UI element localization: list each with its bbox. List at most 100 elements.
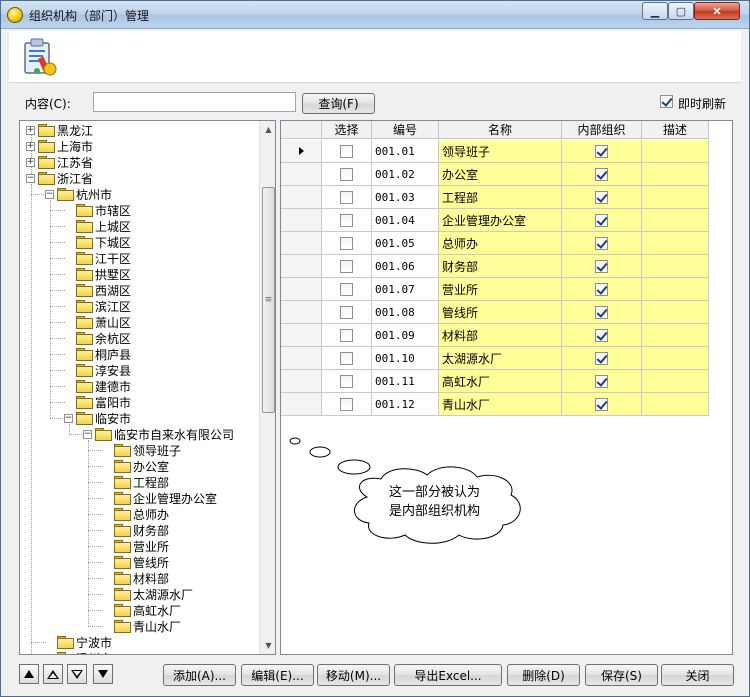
- code-cell[interactable]: 001.09: [372, 324, 439, 347]
- table-row[interactable]: 001.05 总师办: [281, 232, 709, 255]
- expand-icon[interactable]: +: [26, 141, 35, 151]
- tree-node[interactable]: 营业所: [102, 538, 169, 554]
- internal-checkbox[interactable]: [595, 144, 608, 158]
- tree-node[interactable]: 滨江区: [64, 298, 131, 314]
- select-cell[interactable]: [322, 393, 372, 416]
- move-down-button[interactable]: [67, 664, 87, 684]
- tree-node[interactable]: + 上海市: [26, 138, 93, 154]
- org-tree[interactable]: + 黑龙江 + 上海市 + 江苏省 − 浙江省 − 杭州市 市辖区 上城区 下城区 江干区 拱墅区 西湖区 滨江…: [19, 120, 276, 655]
- row-indicator[interactable]: [281, 347, 322, 370]
- column-header-description[interactable]: 描述: [642, 121, 709, 139]
- tree-node[interactable]: 上城区: [64, 218, 131, 234]
- description-cell[interactable]: [642, 255, 709, 278]
- internal-cell[interactable]: [562, 232, 642, 255]
- select-cell[interactable]: [322, 301, 372, 324]
- row-indicator[interactable]: [281, 370, 322, 393]
- expand-icon[interactable]: +: [26, 125, 35, 135]
- internal-cell[interactable]: [562, 278, 642, 301]
- row-indicator[interactable]: [281, 255, 322, 278]
- table-row[interactable]: 001.01 领导班子: [281, 140, 709, 163]
- select-cell[interactable]: [322, 163, 372, 186]
- select-checkbox[interactable]: [340, 282, 353, 296]
- collapse-icon[interactable]: −: [26, 173, 35, 183]
- column-header-internal[interactable]: 内部组织: [562, 121, 642, 139]
- content-search-input[interactable]: [93, 92, 296, 112]
- collapse-icon[interactable]: −: [83, 429, 92, 439]
- department-grid[interactable]: 选择 编号 名称 内部组织 描述 001.01 领导班子 001.02 办公室 001.…: [280, 120, 733, 655]
- table-row[interactable]: 001.02 办公室: [281, 163, 709, 186]
- select-checkbox[interactable]: [340, 236, 353, 250]
- select-checkbox[interactable]: [340, 374, 353, 388]
- internal-checkbox[interactable]: [595, 282, 608, 296]
- select-checkbox[interactable]: [340, 259, 353, 273]
- table-row[interactable]: 001.11 高虹水厂: [281, 370, 709, 393]
- description-cell[interactable]: [642, 393, 709, 416]
- select-cell[interactable]: [322, 324, 372, 347]
- internal-cell[interactable]: [562, 255, 642, 278]
- minimize-button[interactable]: ▁: [642, 2, 668, 20]
- internal-checkbox[interactable]: [595, 305, 608, 319]
- edit-button[interactable]: 编辑(E)...: [241, 664, 314, 686]
- tree-node[interactable]: 拱墅区: [64, 266, 131, 282]
- row-indicator[interactable]: [281, 301, 322, 324]
- tree-node[interactable]: 萧山区: [64, 314, 131, 330]
- code-cell[interactable]: 001.02: [372, 163, 439, 186]
- row-indicator[interactable]: [281, 232, 322, 255]
- name-cell[interactable]: 营业所: [439, 278, 562, 301]
- column-header-code[interactable]: 编号: [372, 121, 439, 139]
- internal-cell[interactable]: [562, 186, 642, 209]
- row-indicator[interactable]: [281, 393, 322, 416]
- code-cell[interactable]: 001.06: [372, 255, 439, 278]
- tree-node[interactable]: 市辖区: [64, 202, 131, 218]
- expand-icon[interactable]: +: [26, 157, 35, 167]
- description-cell[interactable]: [642, 278, 709, 301]
- name-cell[interactable]: 太湖源水厂: [439, 347, 562, 370]
- maximize-button[interactable]: ▢: [668, 2, 694, 20]
- move-last-button[interactable]: [93, 664, 113, 684]
- tree-node[interactable]: 宁波市: [45, 634, 112, 650]
- internal-checkbox[interactable]: [595, 351, 608, 365]
- row-indicator[interactable]: [281, 163, 322, 186]
- description-cell[interactable]: [642, 232, 709, 255]
- code-cell[interactable]: 001.07: [372, 278, 439, 301]
- move-up-button[interactable]: [43, 664, 63, 684]
- code-cell[interactable]: 001.10: [372, 347, 439, 370]
- table-row[interactable]: 001.03 工程部: [281, 186, 709, 209]
- tree-node[interactable]: 淳安县: [64, 362, 131, 378]
- name-cell[interactable]: 总师办: [439, 232, 562, 255]
- row-indicator[interactable]: [281, 140, 322, 163]
- tree-node[interactable]: 总师办: [102, 506, 169, 522]
- internal-checkbox[interactable]: [595, 213, 608, 227]
- description-cell[interactable]: [642, 324, 709, 347]
- description-cell[interactable]: [642, 370, 709, 393]
- tree-node[interactable]: 江干区: [64, 250, 131, 266]
- table-row[interactable]: 001.12 青山水厂: [281, 393, 709, 416]
- code-cell[interactable]: 001.12: [372, 393, 439, 416]
- tree-node[interactable]: + 江苏省: [26, 154, 93, 170]
- name-cell[interactable]: 高虹水厂: [439, 370, 562, 393]
- description-cell[interactable]: [642, 301, 709, 324]
- tree-node[interactable]: 高虹水厂: [102, 602, 181, 618]
- internal-checkbox[interactable]: [595, 397, 608, 411]
- scroll-down-arrow-icon[interactable]: ▼: [260, 637, 275, 654]
- close-button[interactable]: 关闭: [661, 664, 734, 686]
- tree-scrollbar[interactable]: ▲ ≡ ▼: [259, 121, 275, 654]
- select-cell[interactable]: [322, 186, 372, 209]
- select-checkbox[interactable]: [340, 305, 353, 319]
- row-indicator[interactable]: [281, 278, 322, 301]
- name-cell[interactable]: 工程部: [439, 186, 562, 209]
- name-cell[interactable]: 领导班子: [439, 140, 562, 163]
- tree-node[interactable]: 工程部: [102, 474, 169, 490]
- internal-checkbox[interactable]: [595, 236, 608, 250]
- export-excel-button[interactable]: 导出Excel...: [394, 664, 502, 686]
- tree-node[interactable]: 办公室: [102, 458, 169, 474]
- select-checkbox[interactable]: [340, 213, 353, 227]
- name-cell[interactable]: 办公室: [439, 163, 562, 186]
- scroll-up-arrow-icon[interactable]: ▲: [260, 121, 275, 138]
- description-cell[interactable]: [642, 347, 709, 370]
- name-cell[interactable]: 管线所: [439, 301, 562, 324]
- select-checkbox[interactable]: [340, 328, 353, 342]
- tree-node[interactable]: 桐庐县: [64, 346, 131, 362]
- tree-node[interactable]: 领导班子: [102, 442, 181, 458]
- internal-cell[interactable]: [562, 347, 642, 370]
